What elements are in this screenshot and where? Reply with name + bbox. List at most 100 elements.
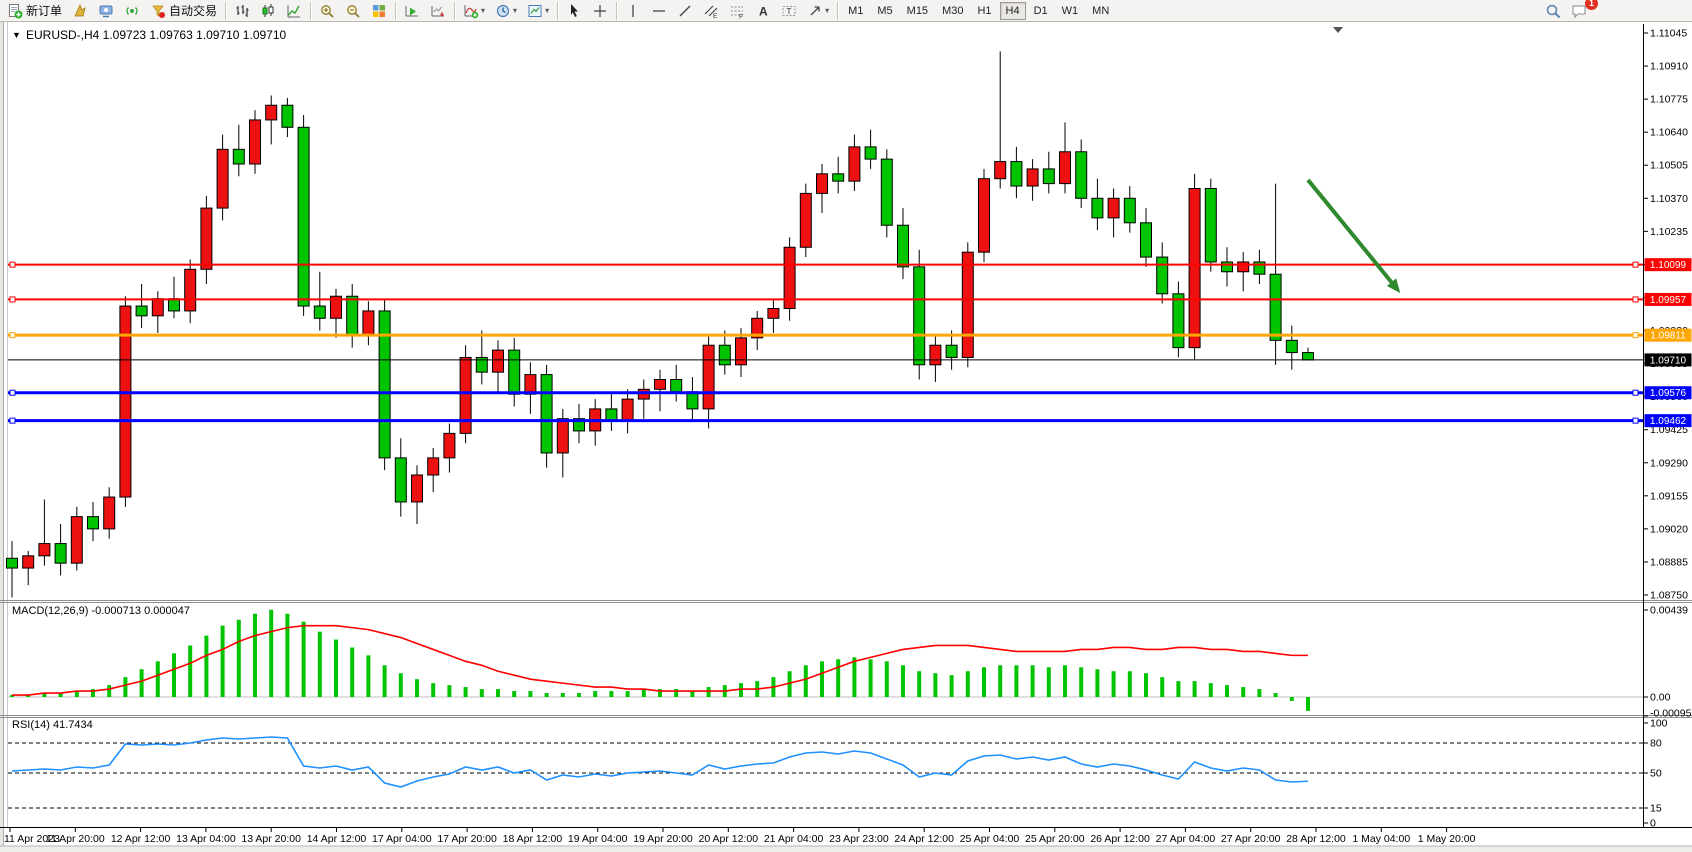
fibonacci-button[interactable]: F [724,0,750,22]
timeframe-m15-button[interactable]: M15 [901,2,934,20]
price-axis-label: 1.10775 [1650,94,1688,106]
timeframe-mn-button[interactable]: MN [1086,2,1115,20]
dropdown-caret-icon[interactable]: ▾ [481,6,485,15]
zoom-in-button[interactable] [314,0,340,22]
auto-scroll-button[interactable] [399,0,425,22]
text-button[interactable]: A [750,0,776,22]
price-label-text: 1.09957 [1650,295,1687,306]
candle-down [1173,294,1184,348]
candle-down [1157,257,1168,294]
chart-shift-button[interactable] [425,0,451,22]
mql5-community-button[interactable] [67,0,93,22]
autotrading-button-label: 自动交易 [169,2,217,19]
candle-up [39,544,50,556]
line-handle[interactable] [10,297,15,302]
new-order-button[interactable]: 新订单 [2,0,67,22]
price-label-text: 1.09576 [1650,388,1687,399]
candle-down [898,225,909,267]
window-left-edge [0,22,3,852]
timeframe-m30-button[interactable]: M30 [936,2,969,20]
timeframe-d1-button[interactable]: D1 [1028,2,1054,20]
time-axis-label: 25 Apr 04:00 [960,833,1020,845]
rsi-label: RSI(14) 41.7434 [12,719,93,731]
templates-button[interactable]: ▾ [522,0,554,22]
trendline-button[interactable] [672,0,698,22]
signals-button[interactable] [119,0,145,22]
price-axis-label: 1.10640 [1650,127,1688,139]
svg-text:T: T [787,7,792,16]
line-handle[interactable] [1633,390,1638,395]
virtual-hosting-button[interactable] [93,0,119,22]
line-handle[interactable] [1633,262,1638,267]
candle-down [1076,152,1087,199]
dropdown-caret-icon[interactable]: ▾ [825,6,829,15]
candle-down [379,311,390,458]
candle-up [817,174,828,194]
indicators-button[interactable]: ▾ [458,0,490,22]
candle-down [541,375,552,453]
line-chart-icon [286,3,302,19]
line-handle[interactable] [10,390,15,395]
candle-down [1270,274,1281,340]
candle-down [1141,223,1152,257]
autotrading-button[interactable]: 自动交易 [145,0,222,22]
line-handle[interactable] [1633,333,1638,338]
price-axis-label: 1.09290 [1650,457,1688,469]
chart-menu-icon[interactable]: ▼ [12,30,21,40]
vline-button[interactable] [620,0,646,22]
line-handle[interactable] [10,418,15,423]
time-axis-label: 26 Apr 12:00 [1090,833,1150,845]
candle-down [1092,198,1103,218]
crosshair-button[interactable] [587,0,613,22]
dropdown-caret-icon[interactable]: ▾ [513,6,517,15]
macd-axis-label: 0.00 [1650,692,1671,704]
hline-button[interactable] [646,0,672,22]
candle-down [1011,162,1022,186]
candle-down [509,350,520,394]
line-chart-button[interactable] [281,0,307,22]
candlestick-icon [260,3,276,19]
cursor-button[interactable] [561,0,587,22]
toolbar-separator [225,2,226,20]
candle-down [881,159,892,225]
macd-axis-label: 0.00439 [1650,604,1688,616]
time-axis-label: 18 Apr 12:00 [503,833,563,845]
line-handle[interactable] [10,333,15,338]
toolbar-separator [616,2,617,20]
line-handle[interactable] [10,262,15,267]
candle-down [169,299,180,311]
candle-down [298,127,309,306]
candle-up [557,419,568,453]
dropdown-caret-icon[interactable]: ▾ [545,6,549,15]
chart-area[interactable]: 1.110451.109101.107751.106401.105051.103… [0,22,1692,852]
timeframe-h1-button[interactable]: H1 [971,2,997,20]
channel-button[interactable]: E [698,0,724,22]
search-button[interactable] [1540,0,1566,22]
label-button[interactable]: T [776,0,802,22]
price-axis-label: 1.10235 [1650,226,1688,238]
candle-down [55,544,66,564]
zoom-out-button[interactable] [340,0,366,22]
candle-up [1060,152,1071,184]
rsi-axis-label: 80 [1650,738,1662,750]
candle-up [1108,198,1119,218]
timeframe-h4-button[interactable]: H4 [1000,2,1026,20]
timeframe-w1-button[interactable]: W1 [1056,2,1085,20]
candle-down [1124,198,1135,222]
price-label-text: 1.09710 [1650,355,1687,366]
arrows-button[interactable]: ▾ [802,0,834,22]
candle-up [1238,262,1249,272]
chat-button[interactable]: 1 [1566,0,1592,22]
tile-windows-button[interactable] [366,0,392,22]
arrows-icon [807,3,823,19]
bar-chart-button[interactable] [229,0,255,22]
candlestick-button[interactable] [255,0,281,22]
timeframe-m1-button[interactable]: M1 [842,2,869,20]
time-axis-label: 19 Apr 20:00 [633,833,693,845]
line-handle[interactable] [1633,297,1638,302]
autotrading-icon [150,3,166,19]
periods-button[interactable]: ▾ [490,0,522,22]
line-handle[interactable] [1633,418,1638,423]
candle-down [1222,262,1233,272]
timeframe-m5-button[interactable]: M5 [871,2,898,20]
